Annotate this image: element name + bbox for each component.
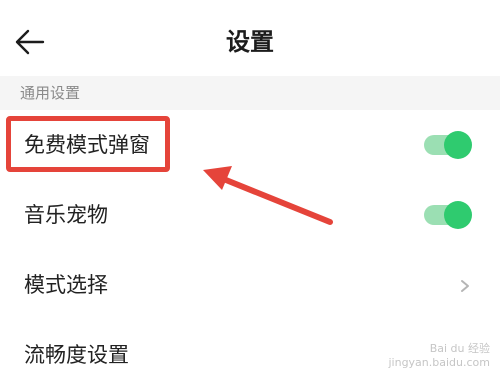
annotation-highlight-box (6, 116, 170, 172)
header-bar: 设置 (0, 0, 500, 80)
toggle-knob (444, 201, 472, 229)
row-label: 模式选择 (24, 273, 108, 297)
watermark: Bai du 经验 jingyan.baidu.com (388, 340, 490, 369)
page-title: 设置 (226, 28, 274, 56)
chevron-right-icon (461, 280, 469, 292)
watermark-line2: jingyan.baidu.com (388, 356, 490, 369)
watermark-line1: Bai du 经验 (429, 342, 490, 355)
music-pet-toggle[interactable] (424, 201, 472, 229)
row-label: 音乐宠物 (24, 203, 108, 227)
row-mode-select[interactable]: 模式选择 (0, 250, 500, 320)
toggle-knob (444, 131, 472, 159)
row-music-pet[interactable]: 音乐宠物 (0, 180, 500, 250)
section-label: 通用设置 (20, 84, 81, 102)
row-label: 流畅度设置 (24, 343, 129, 367)
section-header: 通用设置 (0, 76, 500, 110)
free-mode-popup-toggle[interactable] (424, 131, 472, 159)
